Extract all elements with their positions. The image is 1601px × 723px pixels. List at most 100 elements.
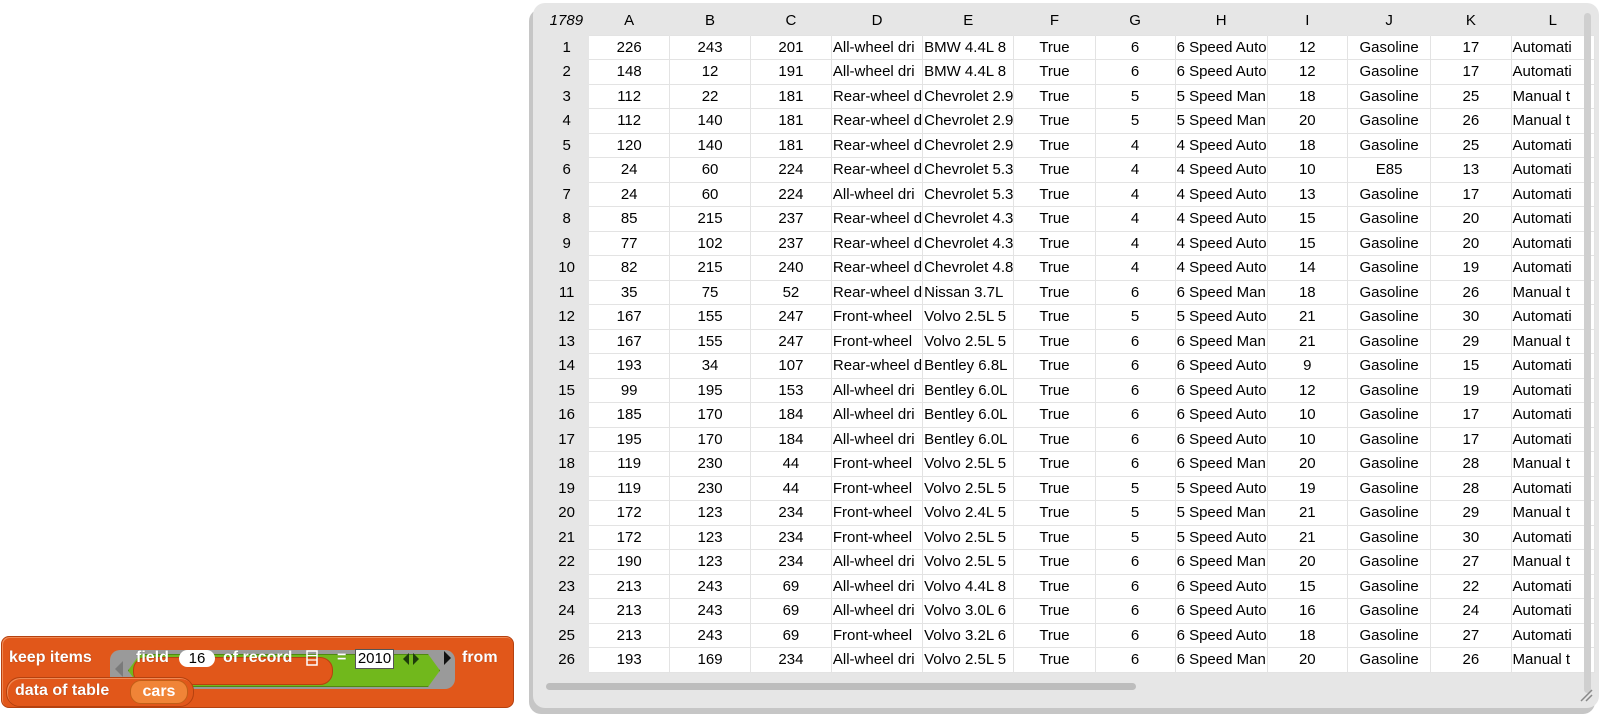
table-cell[interactable]: Gasoline [1346, 598, 1432, 624]
table-cell[interactable]: Gasoline [1346, 426, 1432, 452]
table-cell[interactable]: 234 [750, 647, 832, 673]
table-cell[interactable]: 5 [1094, 500, 1176, 526]
table-cell[interactable]: 20 [1266, 647, 1348, 673]
table-cell[interactable]: 4 [1094, 181, 1176, 207]
table-cell[interactable]: 190 [588, 549, 671, 575]
table-cell[interactable]: 172 [588, 500, 671, 526]
table-cell[interactable]: Gasoline [1346, 132, 1432, 158]
table-row[interactable]: 26 193 169 234 All-wheel dri Volvo 2.5L 5 True… [544, 647, 1595, 673]
table-cell[interactable]: Bentley 6.8L [922, 353, 1015, 379]
table-cell[interactable]: Rear-wheel d [830, 255, 924, 281]
table-cell[interactable]: Rear-wheel d [830, 157, 924, 183]
table-cell[interactable]: 6 Speed Auto [1174, 573, 1268, 599]
table-cell[interactable]: 12 [1266, 59, 1348, 85]
table-cell[interactable]: Front-wheel [830, 328, 924, 354]
table-cell[interactable]: 26 [1430, 647, 1512, 673]
table-row[interactable]: 9 77 102 237 Rear-wheel d Chevrolet 4.3 True 4 4… [544, 230, 1595, 256]
table-cell[interactable]: 75 [669, 279, 751, 305]
table-cell[interactable]: True [1013, 279, 1096, 305]
table-cell[interactable]: 184 [750, 402, 832, 428]
table-row[interactable]: 4 112 140 181 Rear-wheel d Chevrolet 2.9 True 5… [544, 108, 1595, 134]
table-cell[interactable]: 17 [1430, 181, 1512, 207]
table-cell[interactable]: 17 [1430, 34, 1512, 60]
table-cell[interactable]: All-wheel dri [830, 402, 924, 428]
table-cell[interactable]: Volvo 2.5L 5 [922, 549, 1015, 575]
table-cell[interactable]: Volvo 4.4L 8 [922, 573, 1015, 599]
column-header[interactable]: K [1430, 6, 1512, 35]
table-cell[interactable]: 237 [750, 206, 832, 232]
table-cell[interactable]: Manual t [1510, 279, 1595, 305]
column-header[interactable]: I [1267, 6, 1348, 35]
table-cell[interactable]: 69 [750, 573, 832, 599]
table-cell[interactable]: 123 [669, 500, 751, 526]
table-cell[interactable]: Manual t [1510, 647, 1595, 673]
table-cell[interactable]: Automati [1510, 353, 1595, 379]
field-index-input[interactable]: 16 [179, 650, 215, 667]
column-header[interactable]: D [831, 6, 924, 35]
table-cell[interactable]: 4 Speed Auto [1174, 157, 1268, 183]
table-cell[interactable]: 213 [588, 622, 671, 648]
table-cell[interactable]: 6 [1094, 34, 1176, 60]
table-cell[interactable]: True [1013, 230, 1096, 256]
table-cell[interactable]: 60 [669, 181, 751, 207]
table-cell[interactable]: Front-wheel [830, 304, 924, 330]
table-cell[interactable]: Chevrolet 2.9 [922, 108, 1015, 134]
table-cell[interactable]: 12 [1266, 377, 1348, 403]
table-cell[interactable]: 12 [1266, 34, 1348, 60]
table-cell[interactable]: 5 [1094, 83, 1176, 109]
table-cell[interactable]: 18 [1266, 132, 1348, 158]
table-cell[interactable]: Rear-wheel d [830, 279, 924, 305]
table-cell[interactable]: 4 Speed Auto [1174, 206, 1268, 232]
table-cell[interactable]: 5 Speed Man [1174, 500, 1268, 526]
table-cell[interactable]: True [1013, 377, 1096, 403]
table-cell[interactable]: Chevrolet 4.8 [922, 255, 1015, 281]
table-cell[interactable]: 230 [669, 451, 751, 477]
table-cell[interactable]: 26 [1430, 279, 1512, 305]
table-cell[interactable]: True [1013, 83, 1096, 109]
table-cell[interactable]: 24 [588, 157, 671, 183]
table-cell[interactable]: Volvo 3.0L 6 [922, 598, 1015, 624]
table-row[interactable]: 19 119 230 44 Front-wheel Volvo 2.5L 5 True 5 5 … [544, 475, 1595, 501]
ring-right-arrow-icon[interactable] [443, 650, 452, 666]
table-cell[interactable]: All-wheel dri [830, 573, 924, 599]
table-cell[interactable]: Gasoline [1346, 500, 1432, 526]
table-cell[interactable]: 6 [1094, 59, 1176, 85]
table-cell[interactable]: True [1013, 255, 1096, 281]
table-cell[interactable]: Gasoline [1346, 181, 1432, 207]
table-cell[interactable]: 6 [1094, 647, 1176, 673]
table-cell[interactable]: 195 [669, 377, 751, 403]
table-cell[interactable]: Bentley 6.0L [922, 426, 1015, 452]
table-cell[interactable]: 5 [1094, 304, 1176, 330]
table-cell[interactable]: Front-wheel [830, 524, 924, 550]
table-cell[interactable]: 169 [669, 647, 751, 673]
table-cell[interactable]: 28 [1430, 475, 1512, 501]
table-cell[interactable]: 6 [1094, 573, 1176, 599]
table-cell[interactable]: 6 Speed Auto [1174, 402, 1268, 428]
table-cell[interactable]: Nissan 3.7L [922, 279, 1015, 305]
table-cell[interactable]: Front-wheel [830, 500, 924, 526]
table-cell[interactable]: 243 [669, 34, 751, 60]
table-cell[interactable]: 112 [588, 108, 671, 134]
table-grid-viewport[interactable]: 1789 A B C D E F G H I J K L 1 226 243 201 A… [544, 6, 1595, 692]
table-cell[interactable]: Gasoline [1346, 647, 1432, 673]
table-cell[interactable]: Gasoline [1346, 622, 1432, 648]
table-cell[interactable]: 4 Speed Auto [1174, 230, 1268, 256]
table-cell[interactable]: Gasoline [1346, 34, 1432, 60]
variadic-arrows-icon[interactable] [402, 652, 420, 666]
table-cell[interactable]: 6 Speed Auto [1174, 377, 1268, 403]
table-cell[interactable]: Automati [1510, 255, 1595, 281]
table-cell[interactable]: 4 [1094, 157, 1176, 183]
table-cell[interactable]: Gasoline [1346, 206, 1432, 232]
table-cell[interactable]: 119 [588, 475, 671, 501]
table-cell[interactable]: Automati [1510, 230, 1595, 256]
table-cell[interactable]: 5 Speed Man [1174, 108, 1268, 134]
table-row[interactable]: 17 195 170 184 All-wheel dri Bentley 6.0L True… [544, 426, 1595, 452]
table-cell[interactable]: Gasoline [1346, 549, 1432, 575]
table-cell[interactable]: 20 [1430, 206, 1512, 232]
table-cell[interactable]: Chevrolet 4.3 [922, 206, 1015, 232]
column-header[interactable]: B [669, 6, 751, 35]
column-header[interactable]: H [1175, 6, 1268, 35]
table-cell[interactable]: Manual t [1510, 451, 1595, 477]
table-view-watcher[interactable]: 1789 A B C D E F G H I J K L 1 226 243 201 A… [533, 3, 1599, 708]
table-cell[interactable]: 5 Speed Auto [1174, 475, 1268, 501]
